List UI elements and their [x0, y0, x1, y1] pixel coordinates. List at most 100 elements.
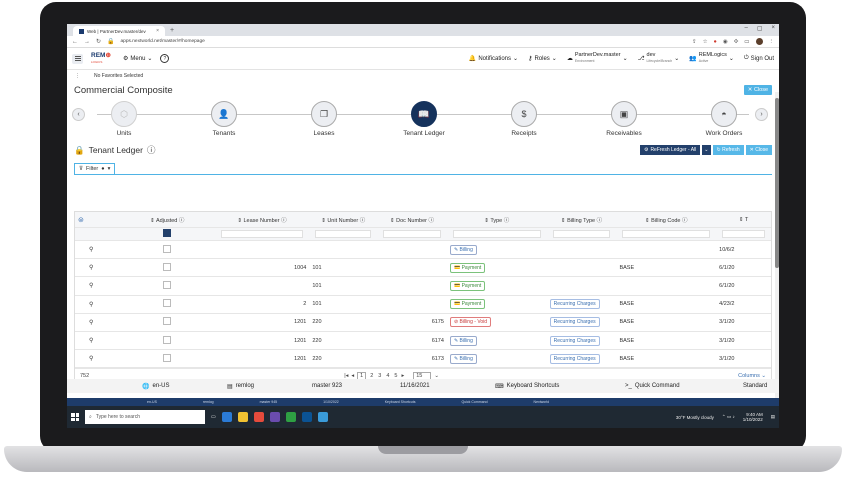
mode-item[interactable]: Standard: [743, 383, 767, 389]
window-close-icon[interactable]: ×: [771, 25, 775, 32]
col-header-unit-number[interactable]: ⇕ Unit Number ⓘ: [309, 216, 377, 224]
maximize-icon[interactable]: ▢: [757, 25, 763, 32]
notification-center-icon[interactable]: ▤: [771, 414, 775, 420]
col-header-billing-code[interactable]: ⇕ Billing Code ⓘ: [616, 216, 716, 224]
table-row[interactable]: ⚲ 2 101 💳 Payment Recurring Charges BASE 4/23/…: [75, 296, 771, 314]
notifications-button[interactable]: 🔔 Notifications ⌄: [469, 55, 518, 63]
billing-code-filter[interactable]: [622, 230, 711, 238]
stepper-next-icon[interactable]: ›: [755, 108, 768, 121]
prev-page-icon[interactable]: ◂: [351, 373, 354, 379]
reload-icon[interactable]: ↻: [96, 38, 101, 45]
table-row[interactable]: ⚲ 1201 220 6173 ✎ Billing Recurring Charges BA…: [75, 350, 771, 369]
page-scrollbar[interactable]: [775, 92, 779, 412]
adjusted-checkbox[interactable]: [163, 353, 172, 362]
app-green-icon[interactable]: [285, 412, 296, 422]
help-icon[interactable]: ⓘ: [147, 144, 156, 156]
row-action-icon[interactable]: ⚲: [75, 246, 120, 253]
filter-button[interactable]: ⊽ Filter ● ▾: [74, 163, 116, 174]
lease-number-filter[interactable]: [220, 230, 304, 238]
table-row[interactable]: ⚲ ✎ Billing 10/6/2: [75, 241, 771, 260]
sidebar-icon[interactable]: ▭: [744, 39, 749, 45]
refresh-dropdown-icon[interactable]: ⌄: [702, 145, 711, 155]
hamburger-icon[interactable]: [72, 53, 83, 64]
extension-red-icon[interactable]: ●: [714, 39, 717, 45]
col-header-billing-type[interactable]: ⇕ Billing Type ⓘ: [547, 216, 617, 224]
back-icon[interactable]: ←: [72, 39, 78, 45]
tab-close-icon[interactable]: ×: [156, 28, 159, 34]
page-5[interactable]: 5: [393, 373, 398, 379]
col-header-doc-number[interactable]: ⇕ Doc Number ⓘ: [377, 216, 447, 224]
refresh-ledger-all-button[interactable]: ⚙ ReFresh Ledger - All: [639, 145, 701, 155]
adjusted-checkbox[interactable]: [163, 317, 172, 326]
step-work-orders[interactable]: ◓ Work Orders: [694, 101, 754, 137]
favorites-menu-icon[interactable]: ⋮: [75, 73, 80, 79]
table-row[interactable]: ⚲ 101 💳 Payment 6/1/20: [75, 277, 771, 296]
row-action-icon[interactable]: ⚲: [75, 264, 120, 271]
forward-icon[interactable]: →: [84, 39, 90, 45]
puzzle-icon[interactable]: ✣: [734, 39, 739, 45]
col-header-type[interactable]: ⇕ Type ⓘ: [447, 216, 547, 224]
share-icon[interactable]: ⇪: [692, 39, 697, 45]
row-action-icon[interactable]: ⚲: [75, 337, 120, 344]
lifecycle-selector[interactable]: ⎇ dev Lifecycle/Branch ⌄: [638, 52, 680, 64]
col-header-lease-number[interactable]: ⇕ Lease Number ⓘ: [215, 216, 310, 224]
grid-settings-icon[interactable]: ⊜: [75, 216, 120, 224]
step-tenant-ledger[interactable]: 📖 Tenant Ledger: [394, 101, 454, 137]
page-3[interactable]: 3: [377, 373, 382, 379]
step-leases[interactable]: ❐ Leases: [294, 101, 354, 137]
quick-command-button[interactable]: >_ Quick Command: [625, 383, 743, 389]
new-tab-icon[interactable]: +: [170, 26, 174, 36]
star-icon[interactable]: ☆: [703, 39, 708, 45]
step-receipts[interactable]: $ Receipts: [494, 101, 554, 137]
stepper-prev-icon[interactable]: ‹: [72, 108, 85, 121]
step-units[interactable]: ⬡ Units: [94, 101, 154, 137]
adjusted-checkbox[interactable]: [163, 262, 172, 271]
app-red-icon[interactable]: [253, 412, 264, 422]
step-receivables[interactable]: ▣ Receivables: [594, 101, 654, 137]
sign-out-button[interactable]: ⏻ Sign Out: [744, 55, 774, 62]
taskbar-clock[interactable]: 9:40 AM 1/10/2022: [743, 412, 763, 422]
table-row[interactable]: ⚲ 1201 220 6174 ✎ Billing Recurring Charges BA…: [75, 332, 771, 351]
columns-button[interactable]: Columns ⌄: [738, 373, 766, 379]
url-field[interactable]: apps.nextworld.net/master/#/homepage: [121, 39, 686, 44]
next-page-icon[interactable]: ▸: [401, 373, 404, 379]
page-2[interactable]: 2: [369, 373, 374, 379]
row-action-icon[interactable]: ⚲: [75, 355, 120, 362]
windows-start-icon[interactable]: [71, 413, 79, 421]
mail-icon[interactable]: [317, 412, 328, 422]
task-view-icon[interactable]: ▭: [211, 414, 216, 420]
first-page-icon[interactable]: |◂: [344, 373, 348, 379]
billing-type-filter[interactable]: [552, 230, 611, 238]
doc-number-filter[interactable]: [383, 230, 441, 238]
locale-item[interactable]: 🌐 en-US: [142, 383, 227, 390]
refresh-button[interactable]: ↻ Refresh: [712, 145, 744, 155]
keyboard-shortcuts-button[interactable]: ⌨ Keyboard Shortcuts: [495, 383, 625, 390]
kebab-menu-icon[interactable]: ⋮: [769, 39, 775, 45]
edge-icon[interactable]: [221, 412, 232, 422]
page-4[interactable]: 4: [385, 373, 390, 379]
adjusted-checkbox[interactable]: [163, 280, 172, 289]
type-filter[interactable]: [452, 230, 541, 238]
menu-button[interactable]: ⚙ Menu ⌄: [123, 55, 152, 63]
col-header-date[interactable]: ⇕ T: [716, 217, 771, 223]
browser-tab[interactable]: Web | PartnerDev.master/dev ×: [73, 26, 165, 36]
help-icon[interactable]: ?: [160, 54, 170, 63]
profile-avatar[interactable]: [755, 38, 763, 45]
user-menu[interactable]: 👥 REMLogics Active ⌄: [689, 52, 734, 64]
adjusted-checkbox[interactable]: [163, 335, 172, 344]
environment-selector[interactable]: ☁ PartnerDev.master Environment ⌄: [567, 52, 628, 64]
adjusted-filter-checkbox[interactable]: [163, 229, 172, 237]
word-icon[interactable]: [301, 412, 312, 422]
minimize-icon[interactable]: –: [744, 25, 747, 32]
adjusted-checkbox[interactable]: [163, 244, 172, 253]
file-explorer-icon[interactable]: [237, 412, 248, 422]
weather-widget[interactable]: 30°F Mostly cloudy: [676, 415, 714, 420]
app-purple-icon[interactable]: [269, 412, 280, 422]
taskbar-search[interactable]: ⌕ Type here to search: [85, 410, 205, 424]
roles-button[interactable]: ⚷ Roles ⌄: [528, 55, 557, 63]
extension-icon[interactable]: ◉: [723, 39, 728, 45]
table-row[interactable]: ⚲ 1004 101 💳 Payment BASE 6/1/20: [75, 259, 771, 278]
close-composite-button[interactable]: ✕ Close: [743, 85, 772, 95]
close-ledger-button[interactable]: ✕ Close: [745, 145, 772, 155]
row-action-icon[interactable]: ⚲: [75, 301, 120, 308]
